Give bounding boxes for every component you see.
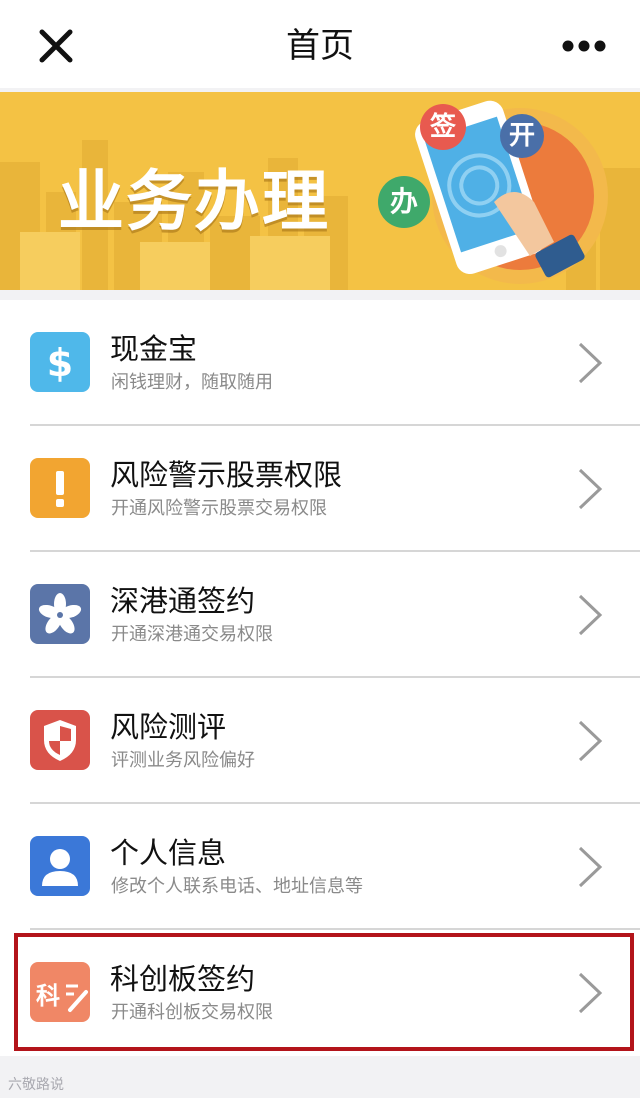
sign-bubble: 签	[420, 104, 466, 150]
service-list: $ 现金宝 闲钱理财，随取随用 风险警示股票权限 开通风险警示股票交易权限 深港…	[0, 300, 640, 1056]
page-title: 首页	[286, 26, 354, 66]
top-bar: 首页	[0, 0, 640, 88]
item-subtitle: 开通风险警示股票交易权限	[111, 498, 327, 519]
list-item-shenzhen-hk-connect[interactable]: 深港通签约 开通深港通交易权限	[0, 552, 640, 677]
open-bubble: 开	[500, 114, 544, 158]
shield-icon	[30, 710, 90, 770]
list-item-star-market-signing[interactable]: 科 科创板签约 开通科创板交易权限	[0, 930, 640, 1055]
watermark: 六敬路说	[8, 1077, 64, 1093]
exclamation-icon	[30, 458, 90, 518]
handle-bubble: 办	[378, 176, 430, 228]
dollar-icon: $	[30, 332, 90, 392]
chevron-right-icon	[578, 846, 603, 888]
banner: 业务办理	[0, 92, 640, 290]
chevron-right-icon	[578, 594, 603, 636]
list-item-cash-treasure[interactable]: $ 现金宝 闲钱理财，随取随用	[0, 300, 640, 425]
item-subtitle: 闲钱理财，随取随用	[111, 372, 273, 393]
item-subtitle: 评测业务风险偏好	[111, 750, 255, 771]
item-title: 个人信息	[110, 836, 227, 870]
person-icon	[30, 836, 90, 896]
item-title: 现金宝	[110, 332, 198, 366]
bauhinia-icon	[30, 584, 90, 644]
item-title: 科创板签约	[110, 962, 256, 996]
item-title: 深港通签约	[110, 584, 256, 618]
list-item-risk-assessment[interactable]: 风险测评 评测业务风险偏好	[0, 678, 640, 803]
chevron-right-icon	[578, 972, 603, 1014]
banner-title: 业务办理	[58, 163, 330, 240]
item-subtitle: 修改个人联系电话、地址信息等	[111, 876, 363, 897]
close-button[interactable]	[28, 18, 84, 74]
item-title: 风险警示股票权限	[110, 458, 343, 492]
list-item-risk-warning-stocks[interactable]: 风险警示股票权限 开通风险警示股票交易权限	[0, 426, 640, 551]
more-button[interactable]	[552, 20, 616, 72]
list-item-personal-info[interactable]: 个人信息 修改个人联系电话、地址信息等	[0, 804, 640, 929]
icon-label: 科	[36, 982, 60, 1010]
svg-text:$: $	[47, 341, 73, 385]
more-icon	[562, 40, 606, 52]
chevron-right-icon	[578, 720, 603, 762]
chevron-right-icon	[578, 342, 603, 384]
close-icon	[39, 29, 73, 63]
star-market-sign-icon: 科	[30, 962, 90, 1022]
item-title: 风险测评	[110, 710, 227, 744]
chevron-right-icon	[578, 468, 603, 510]
item-subtitle: 开通科创板交易权限	[111, 1002, 273, 1023]
item-subtitle: 开通深港通交易权限	[111, 624, 273, 645]
